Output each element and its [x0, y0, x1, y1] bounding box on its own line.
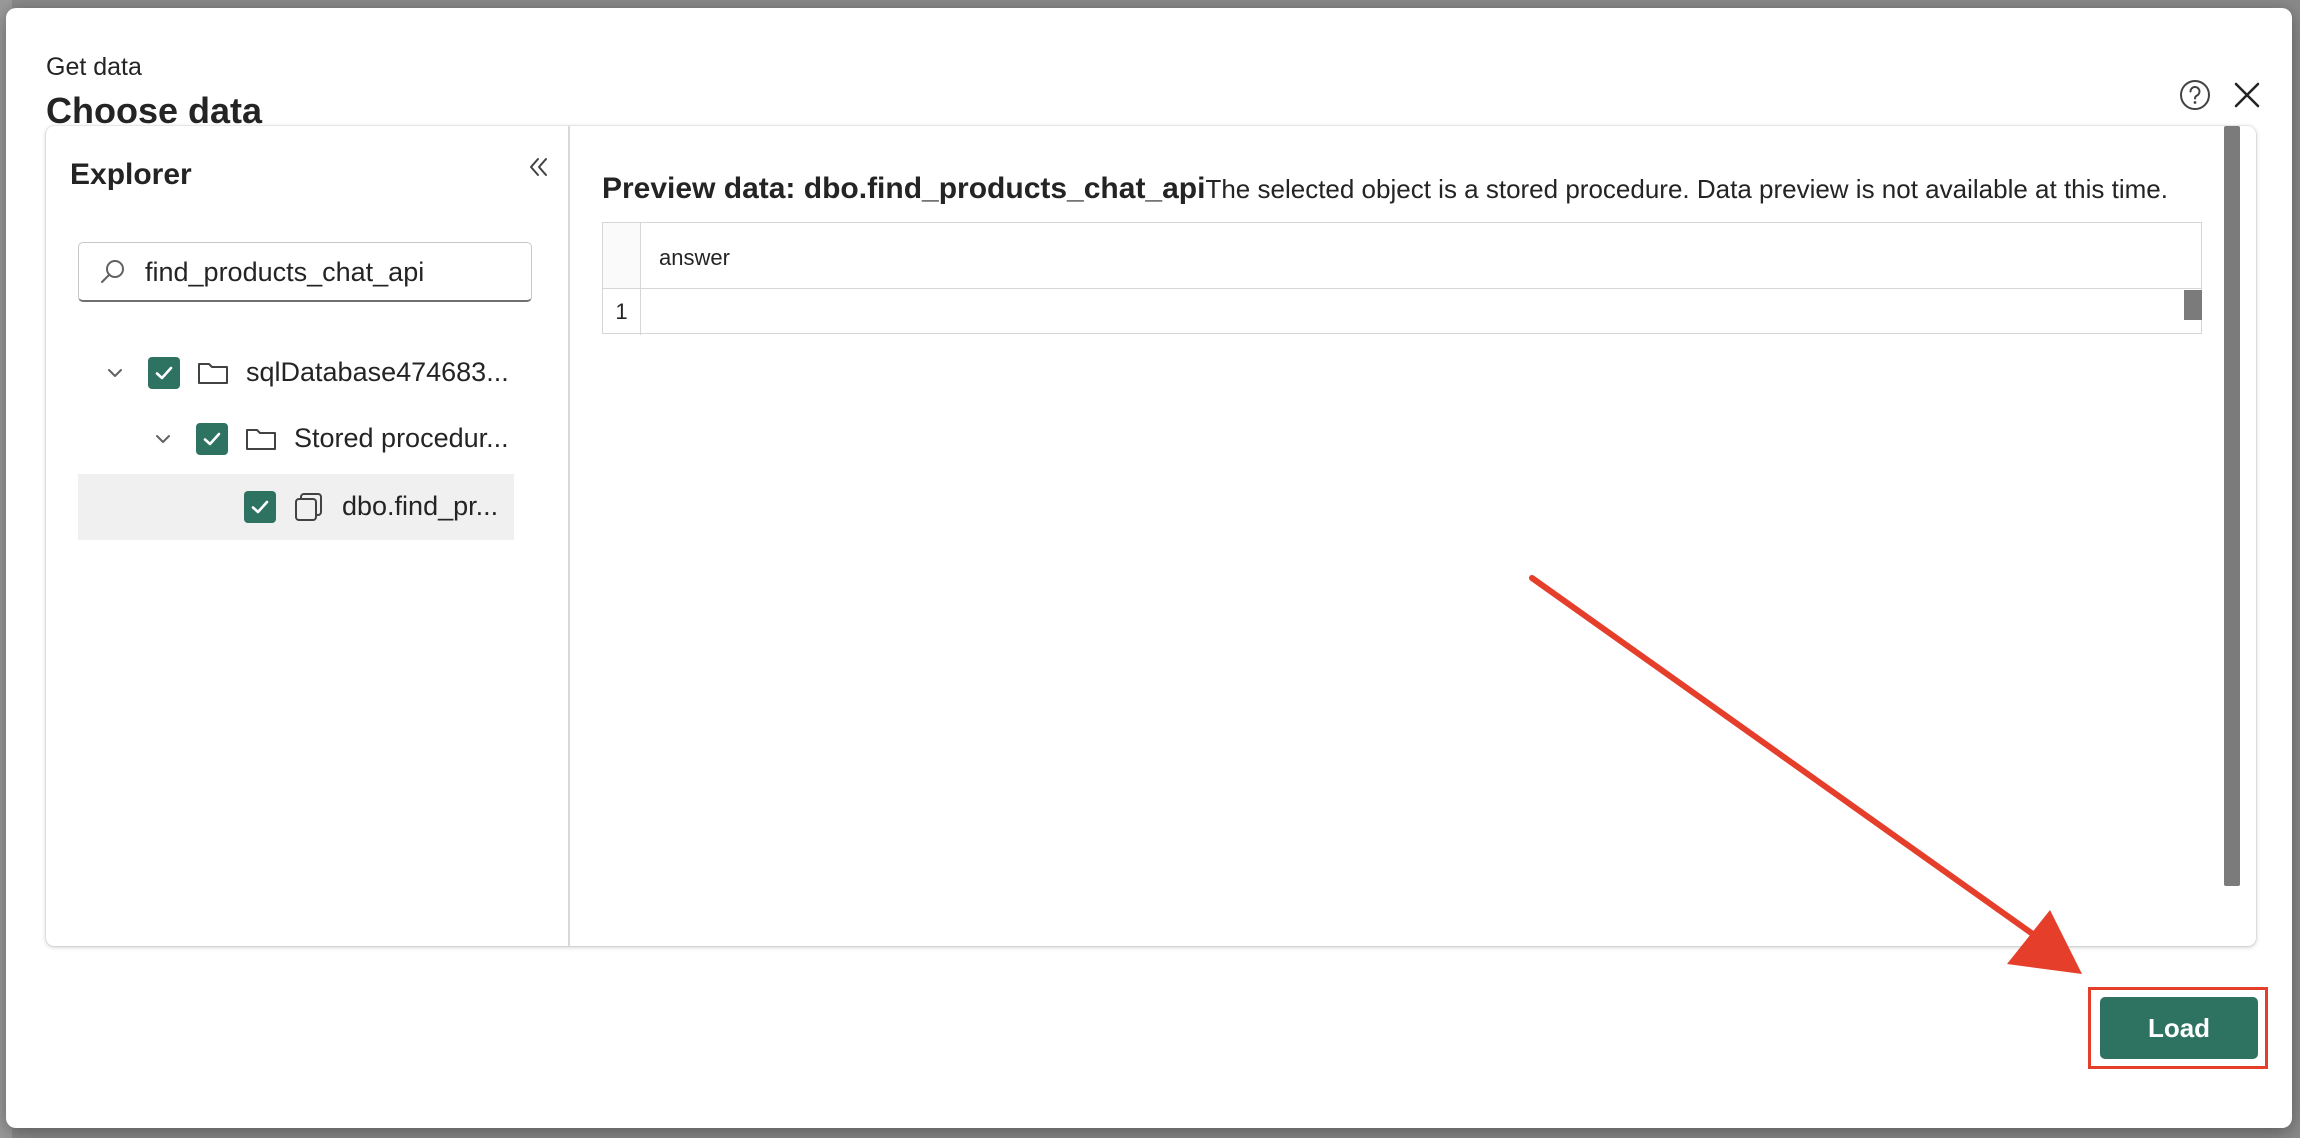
folder-icon	[246, 429, 276, 450]
preview-pane: Preview data: dbo.find_products_chat_api…	[570, 126, 2256, 946]
checkmark-icon	[203, 432, 221, 446]
search-input[interactable]	[143, 251, 517, 293]
chevron-down-icon[interactable]	[152, 428, 174, 450]
checkbox-stored-procedures[interactable]	[196, 423, 228, 455]
tree-item-label: Stored procedur...	[294, 423, 509, 453]
table-scrollbar[interactable]	[2184, 290, 2202, 320]
preview-title: Preview data: dbo.find_products_chat_api	[602, 172, 1206, 205]
column-header-label: answer	[659, 245, 730, 270]
help-icon[interactable]	[2178, 78, 2212, 112]
explorer-pane: Explorer find_products_chat_api sqlDatab…	[46, 126, 570, 946]
collapse-pane-icon[interactable]	[523, 152, 553, 182]
checkbox-database[interactable]	[148, 357, 180, 389]
preview-note: The selected object is a stored procedur…	[1205, 174, 2168, 204]
tree-item-procedure[interactable]: dbo.find_pr...	[78, 474, 514, 540]
load-button[interactable]: Load	[2100, 997, 2258, 1059]
stored-procedure-icon	[295, 493, 322, 521]
search-box	[78, 242, 532, 302]
table-cell[interactable]	[641, 289, 2201, 335]
column-header[interactable]: answer	[641, 223, 2201, 289]
close-icon[interactable]	[2228, 76, 2266, 114]
search-icon	[101, 260, 124, 283]
choose-data-panel: Explorer find_products_chat_api sqlDatab…	[46, 126, 2256, 946]
dialog-subtitle: Get data	[46, 53, 142, 81]
chevron-down-icon[interactable]	[104, 362, 126, 384]
preview-table: answer 1	[602, 222, 2202, 335]
tree-item-label: sqlDatabase474683...	[246, 357, 509, 387]
preview-scrollbar[interactable]	[2224, 126, 2240, 886]
tree-item-database[interactable]: sqlDatabase474683...	[78, 340, 538, 406]
explorer-title: Explorer	[70, 158, 192, 191]
checkmark-icon	[251, 500, 269, 514]
folder-icon	[198, 363, 228, 384]
tree-item-stored-procedures[interactable]: Stored procedur...	[78, 406, 538, 472]
tree-item-label: dbo.find_pr...	[342, 491, 499, 521]
checkbox-procedure[interactable]	[244, 491, 276, 523]
table-corner	[603, 223, 641, 289]
row-number: 1	[603, 289, 641, 335]
preview-heading: Preview data: dbo.find_products_chat_api…	[602, 172, 2168, 206]
checkmark-icon	[155, 366, 173, 380]
get-data-dialog: Get data Choose data Explorer find_produ…	[6, 8, 2292, 1128]
